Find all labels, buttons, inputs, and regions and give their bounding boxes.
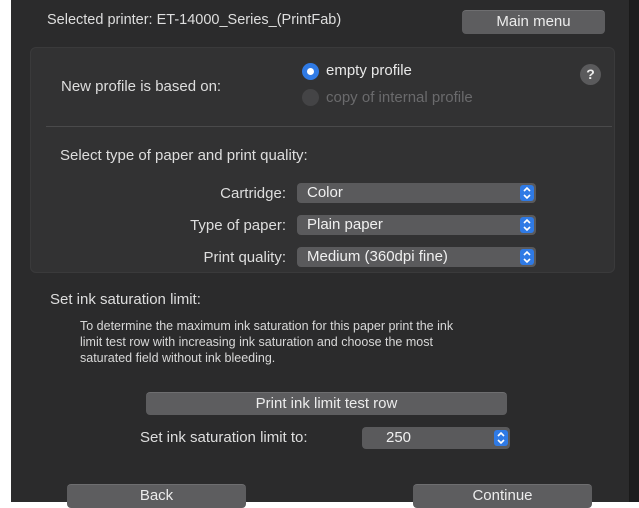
cartridge-label: Cartridge: [220,185,286,202]
chevron-updown-icon [520,185,534,201]
cartridge-value: Color [307,184,343,201]
copy-internal-profile-radio [302,89,319,106]
ink-section-label: Set ink saturation limit: [50,291,201,308]
empty-profile-label[interactable]: empty profile [326,62,412,79]
continue-button[interactable]: Continue [413,484,592,508]
desktop-edge-left [0,0,11,502]
copy-internal-profile-label: copy of internal profile [326,89,473,106]
ink-description-line-3: saturated field without ink bleeding. [80,351,276,365]
ink-limit-value: 250 [386,429,412,446]
print-ink-limit-test-button[interactable]: Print ink limit test row [146,392,507,415]
based-on-label: New profile is based on: [61,78,222,95]
ink-description-line-2: limit test row with increasing ink satur… [80,335,433,349]
main-menu-button[interactable]: Main menu [462,10,605,34]
print-quality-label: Print quality: [203,249,286,266]
desktop-edge-right [630,0,639,502]
chevron-updown-icon [520,249,534,265]
ink-limit-select[interactable]: 250 [362,427,510,449]
paper-type-select[interactable]: Plain paper [297,215,536,235]
chevron-updown-icon [494,430,508,446]
selected-printer-label: Selected printer: ET-14000_Series_(Print… [47,12,342,28]
help-icon[interactable]: ? [580,64,601,85]
ink-limit-label: Set ink saturation limit to: [140,429,308,446]
print-quality-value: Medium (360dpi fine) [307,248,448,265]
paper-quality-section-label: Select type of paper and print quality: [60,147,308,164]
back-button[interactable]: Back [67,484,246,508]
panel-divider [46,126,612,127]
paper-type-label: Type of paper: [190,217,286,234]
empty-profile-radio[interactable] [302,63,319,80]
paper-type-value: Plain paper [307,216,383,233]
cartridge-select[interactable]: Color [297,183,536,203]
chevron-updown-icon [520,217,534,233]
ink-description-line-1: To determine the maximum ink saturation … [80,319,454,333]
print-quality-select[interactable]: Medium (360dpi fine) [297,247,536,267]
